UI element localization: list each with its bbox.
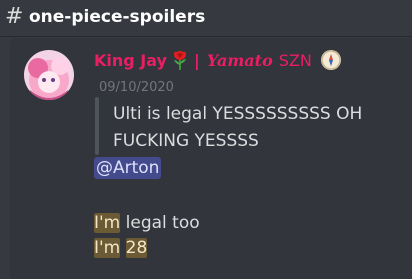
name-tag: Yamato [206,50,273,70]
compass-emoji-icon [320,50,341,70]
message-timestamp: 09/10/2020 [99,80,174,95]
message-author-row: King Jay | Yamato SZN [94,50,341,70]
highlighted-word: 28 [125,238,148,258]
quote-bar [95,97,99,155]
message-line-1: I'm legal too [94,213,200,233]
quote-line-2: FUCKING YESSSS [113,131,259,151]
highlighted-word: I'm [94,238,121,258]
quote-line-1: Ulti is legal YESSSSSSSSS OH [113,104,363,124]
name-separator: | [193,50,200,70]
message-text: legal too [120,213,200,233]
channel-header: # one-piece-spoilers [0,0,412,36]
name-suffix: SZN [278,50,312,70]
rose-emoji-icon [173,51,186,70]
avatar[interactable] [24,50,74,100]
username[interactable]: King Jay [94,51,167,70]
highlighted-word: I'm [94,213,121,233]
message-line-2: I'm 28 [94,238,148,258]
message-text [120,238,125,258]
user-mention[interactable]: @Arton [94,157,162,179]
hash-icon: # [5,4,24,29]
channel-name[interactable]: one-piece-spoilers [29,7,205,27]
